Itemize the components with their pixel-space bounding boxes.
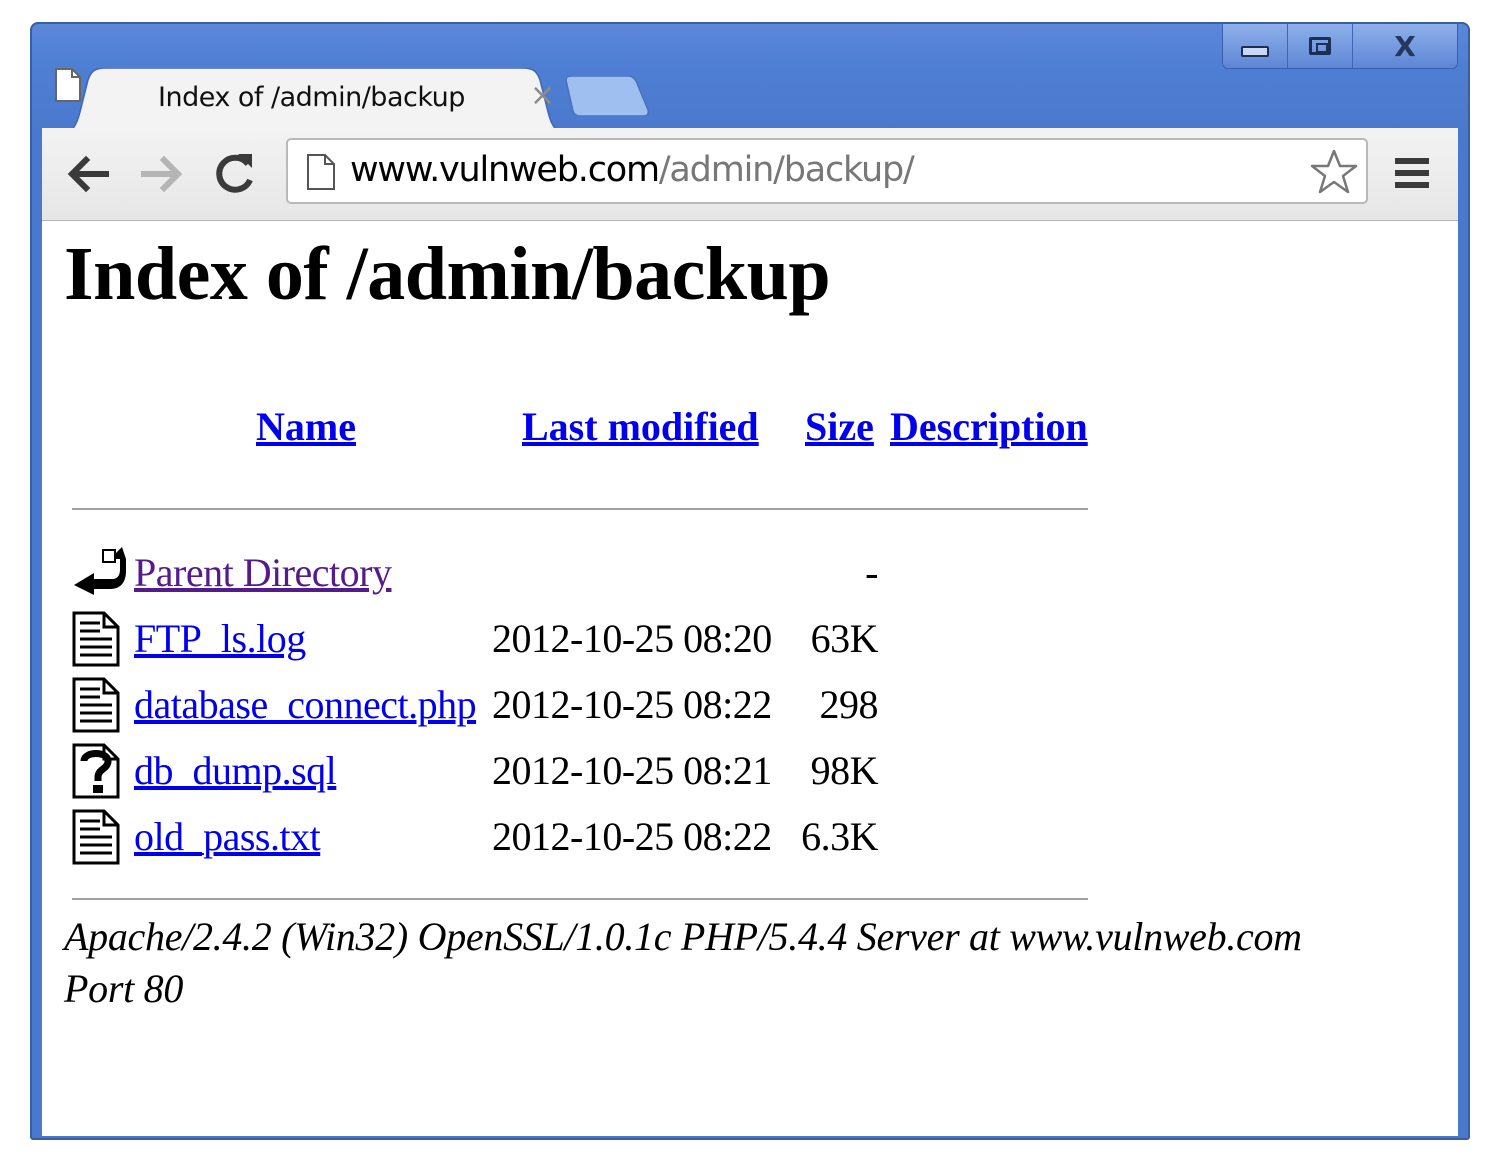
back-button[interactable] [66,154,110,194]
tab-title: Index of /admin/backup [158,82,465,113]
file-modified-date: 2012-10-25 08:22 [492,814,772,859]
close-window-button[interactable]: X [1352,24,1457,68]
url-host: www.vulnweb.com [350,150,660,190]
address-bar[interactable]: www.vulnweb.com/admin/backup/ [286,138,1368,204]
list-item: Parent Directory - [42,545,1142,605]
file-link-db-dump-sql[interactable]: db_dump.sql [134,747,337,794]
text-file-icon [72,809,120,865]
bookmark-star-icon[interactable] [1310,148,1358,196]
sort-by-last-modified-link[interactable]: Last modified [522,403,759,450]
file-link-old-pass-txt[interactable]: old_pass.txt [134,813,321,860]
restore-icon [1309,37,1331,55]
sort-by-size-link[interactable]: Size [805,403,874,450]
forward-button[interactable] [140,154,184,194]
unknown-file-icon [72,743,120,799]
browser-window: X Index of /admin/backup × www.vulnweb.c… [30,22,1470,1140]
server-signature-line: Apache/2.4.2 (Win32) OpenSSL/1.0.1c PHP/… [64,914,1302,959]
reload-button[interactable] [212,150,258,196]
file-size: 63K [810,616,879,661]
file-modified-date: 2012-10-25 08:22 [492,682,772,727]
file-size: 98K [810,748,879,793]
list-item: old_pass.txt 2012-10-25 08:22 6.3K [42,809,1142,869]
top-divider [72,508,1088,510]
list-item: db_dump.sql 2012-10-25 08:21 98K [42,743,1142,803]
page-icon [55,68,81,102]
file-size: 6.3K [801,814,878,859]
toolbar: www.vulnweb.com/admin/backup/ [42,128,1458,221]
file-modified-date: 2012-10-25 08:21 [492,748,772,793]
active-tab[interactable]: Index of /admin/backup × [54,68,574,134]
file-size: - [865,550,878,595]
parent-directory-icon [74,547,126,595]
url-path: /admin/backup/ [658,150,915,190]
file-link-database-connect-php[interactable]: database_connect.php [134,681,477,728]
page-content: Index of /admin/backup Name Last modifie… [42,221,1458,1136]
minimize-button[interactable] [1223,24,1287,68]
tab-close-icon[interactable]: × [530,78,555,113]
page-title: Index of /admin/backup [64,232,831,316]
menu-icon[interactable] [1394,156,1430,190]
file-link-ftp-ls-log[interactable]: FTP_ls.log [134,615,306,662]
text-file-icon [72,611,120,667]
maximize-button[interactable] [1287,24,1352,68]
sort-by-description-link[interactable]: Description [890,403,1088,450]
close-icon: X [1394,29,1416,63]
new-tab-button[interactable] [564,76,650,116]
bottom-divider [72,898,1088,900]
file-modified-date: 2012-10-25 08:20 [492,616,772,661]
sort-by-name-link[interactable]: Name [256,403,356,450]
window-controls: X [1222,24,1458,69]
page-info-icon [307,154,335,190]
minimize-icon [1241,45,1269,57]
list-item: database_connect.php 2012-10-25 08:22 29… [42,677,1142,737]
server-port-line: Port 80 [64,966,184,1011]
file-size: 298 [819,682,879,727]
text-file-icon [72,677,120,733]
list-item: FTP_ls.log 2012-10-25 08:20 63K [42,611,1142,671]
url-text: www.vulnweb.com/admin/backup/ [350,150,915,190]
file-link-parent-directory[interactable]: Parent Directory [134,549,392,596]
server-signature: Apache/2.4.2 (Win32) OpenSSL/1.0.1c PHP/… [64,911,1384,1015]
